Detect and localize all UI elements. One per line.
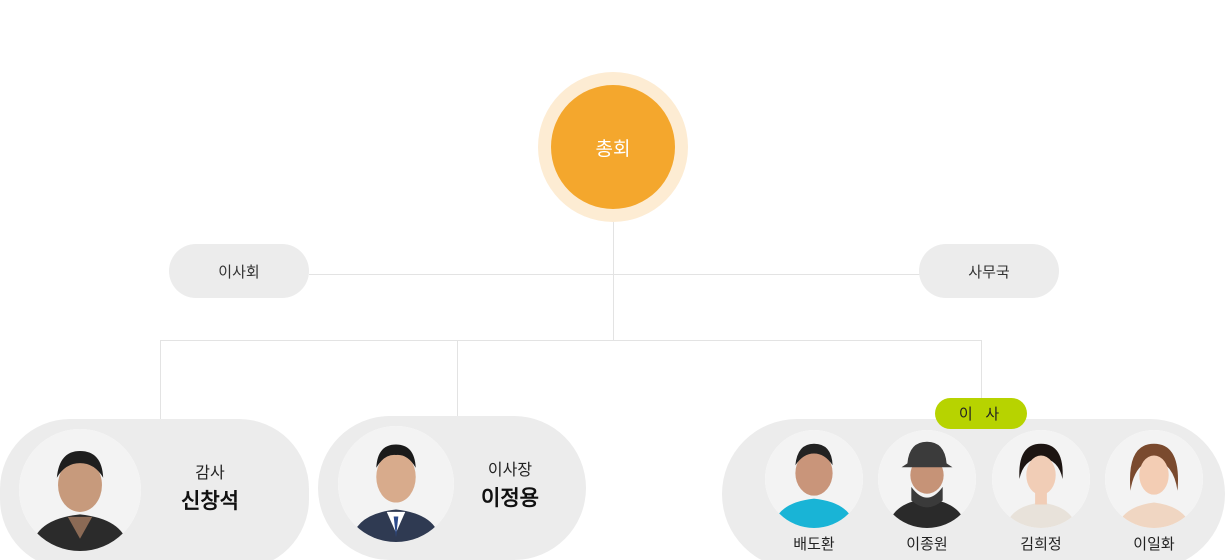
board-label: 이사회 (218, 262, 260, 281)
director-name-1: 배도환 (793, 535, 835, 553)
general-assembly-label: 총회 (595, 137, 631, 160)
director-avatar-4 (1105, 430, 1203, 528)
general-assembly-node: 총회 (551, 85, 675, 209)
chairman-name: 이정용 (481, 486, 539, 510)
chairman-photo-icon (338, 426, 454, 542)
director-name-3: 김희정 (1020, 535, 1062, 553)
auditor-title: 감사 (195, 463, 225, 482)
director-photo-icon (992, 430, 1090, 528)
chairman-info: 이사장 이정용 (464, 456, 556, 512)
auditor-photo-icon (19, 429, 141, 551)
connector-horizontal-lower (160, 340, 982, 341)
director-photo-icon (765, 430, 863, 528)
connector-to-directors (981, 340, 982, 398)
directors-badge: 이 사 (935, 398, 1027, 429)
auditor-card: 감사 신창석 (0, 419, 309, 560)
chairman-card: 이사장 이정용 (318, 416, 586, 560)
director-avatar-1 (765, 430, 863, 528)
director-avatar-3 (992, 430, 1090, 528)
connector-to-auditor (160, 340, 161, 420)
board-node: 이사회 (169, 244, 309, 298)
director-photo-icon (1105, 430, 1203, 528)
director-avatar-2 (878, 430, 976, 528)
director-name-2: 이종원 (906, 535, 948, 553)
auditor-avatar (19, 429, 141, 551)
secretariat-node: 사무국 (919, 244, 1059, 298)
director-photo-icon (878, 430, 976, 528)
connector-vertical-main (613, 222, 614, 340)
connector-to-chairman (457, 340, 458, 416)
auditor-name: 신창석 (181, 489, 239, 513)
connector-horizontal-middle (309, 274, 920, 275)
secretariat-label: 사무국 (968, 262, 1010, 281)
director-name-4: 이일화 (1133, 535, 1175, 553)
auditor-info: 감사 신창석 (160, 459, 260, 515)
chairman-avatar (338, 426, 454, 542)
chairman-title: 이사장 (487, 460, 533, 479)
